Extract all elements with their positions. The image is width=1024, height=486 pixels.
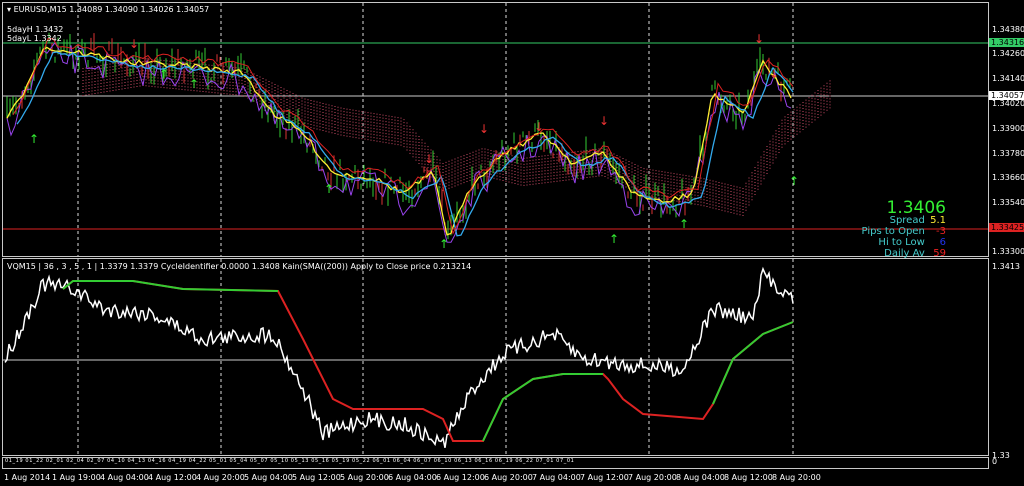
price-chart-panel[interactable]: ↑ ↑ ↑ ↑ ↑ ↑ ↑ ↑ ↓ ↓ ↓ ↓ ↓ ↓ ↓ ▾ EURUSD,M15 1.34089 1.3… [2,2,989,257]
down-arrow-icon: ↓ [129,37,139,51]
time-tick: 6 Aug 04:00 [388,473,437,482]
up-arrow-icon: ↑ [789,174,799,188]
strip-axis: 0 [992,457,998,466]
hilo-label: Hi to Low [878,237,925,248]
hilo-row: Hi to Low 6 [878,237,946,248]
spread-label: Spread [889,215,925,226]
symbol-quote: EURUSD,M15 1.34089 1.34090 1.34026 1.340… [13,5,210,14]
down-arrow-icon: ↓ [534,120,544,134]
price-tick: 1.33780 [992,149,1024,158]
price-tick: 1.33900 [992,124,1024,133]
chart-header: ▾ EURUSD,M15 1.34089 1.34090 1.34026 1.3… [7,5,210,14]
signal-green-line-1 [62,280,279,292]
time-tick: 8 Aug 12:00 [724,473,773,482]
time-tick: 6 Aug 12:00 [436,473,485,482]
time-tick: 8 Aug 20:00 [772,473,821,482]
price-tick: 1.34140 [992,74,1024,83]
time-tick: 4 Aug 20:00 [196,473,245,482]
price-tick: 1.33540 [992,198,1024,207]
signal-red-line [62,280,794,442]
strip-labels: 01_19 01_22 02_01 02_04 02_07 04_10 04_1… [5,458,575,464]
signal-green-line-2 [482,373,603,442]
indicator-header: VQM15 | 36 , 3 , 5 , 1 | 1.3379 1.3379 C… [7,262,472,271]
price-tick: 1.33660 [992,173,1024,182]
up-arrow-icon: ↑ [609,232,619,246]
five-day-low: 5dayL 1.3342 [7,34,62,43]
price-tick: 1.33300 [992,247,1024,256]
indicator-canvas [3,259,794,455]
time-tick: 5 Aug 04:00 [244,473,293,482]
signal-green-line-3 [712,321,794,405]
price-chart-canvas: ↑ ↑ ↑ ↑ ↑ ↑ ↑ ↑ ↓ ↓ ↓ ↓ ↓ ↓ ↓ [3,3,988,256]
time-tick: 7 Aug 12:00 [580,473,629,482]
indicator-axis-top: 1.3413 [992,262,1020,271]
down-arrow-icon: ↓ [754,32,764,46]
pips-value: -3 [936,226,946,237]
ma-blue-line [16,51,794,237]
down-arrow-icon: ↓ [769,67,779,81]
strip-panel: 01_19 01_22 02_01 02_04 02_07 04_10 04_1… [2,457,989,469]
time-tick: 8 Aug 04:00 [676,473,725,482]
five-day-high: 5dayH 1.3432 [7,25,64,34]
hilo-value: 6 [939,237,946,248]
up-arrow-icon: ↑ [189,77,199,91]
low-price-tag: 1.33425 [989,223,1024,232]
spread-row: Spread 5.1 [890,215,946,226]
time-tick: 5 Aug 12:00 [292,473,341,482]
up-arrow-icon: ↑ [29,132,39,146]
pips-row: Pips to Open -3 [862,226,946,237]
ma-red-line [12,38,794,235]
up-arrow-icon: ↑ [324,182,334,196]
high-price-tag: 1.34316 [989,38,1024,47]
spread-value: 5.1 [930,215,946,226]
price-tick: 1.34380 [992,25,1024,34]
time-tick: 7 Aug 04:00 [532,473,581,482]
chikou-line [6,41,792,243]
current-price-tag: 1.34057 [989,91,1024,100]
price-tick: 1.34260 [992,49,1024,58]
down-arrow-icon: ↓ [479,122,489,136]
price-tick: 1.34020 [992,99,1024,108]
vqm-white-line [4,266,794,448]
indicator-panel[interactable]: VQM15 | 36 , 3 , 5 , 1 | 1.3379 1.3379 C… [2,258,989,456]
up-arrow-icon: ↑ [159,67,169,81]
pips-label: Pips to Open [861,226,925,237]
up-arrow-icon: ↑ [439,237,449,251]
time-tick: 6 Aug 20:00 [484,473,533,482]
down-arrow-icon: ↓ [424,152,434,166]
time-tick: 1 Aug 19:00 [52,473,101,482]
down-arrow-icon: ↓ [599,114,609,128]
time-tick: 1 Aug 2014 [4,473,51,482]
time-tick: 5 Aug 20:00 [340,473,389,482]
up-arrow-icon: ↑ [679,217,689,231]
time-tick: 7 Aug 20:00 [628,473,677,482]
time-tick: 4 Aug 04:00 [100,473,149,482]
time-tick: 4 Aug 12:00 [148,473,197,482]
